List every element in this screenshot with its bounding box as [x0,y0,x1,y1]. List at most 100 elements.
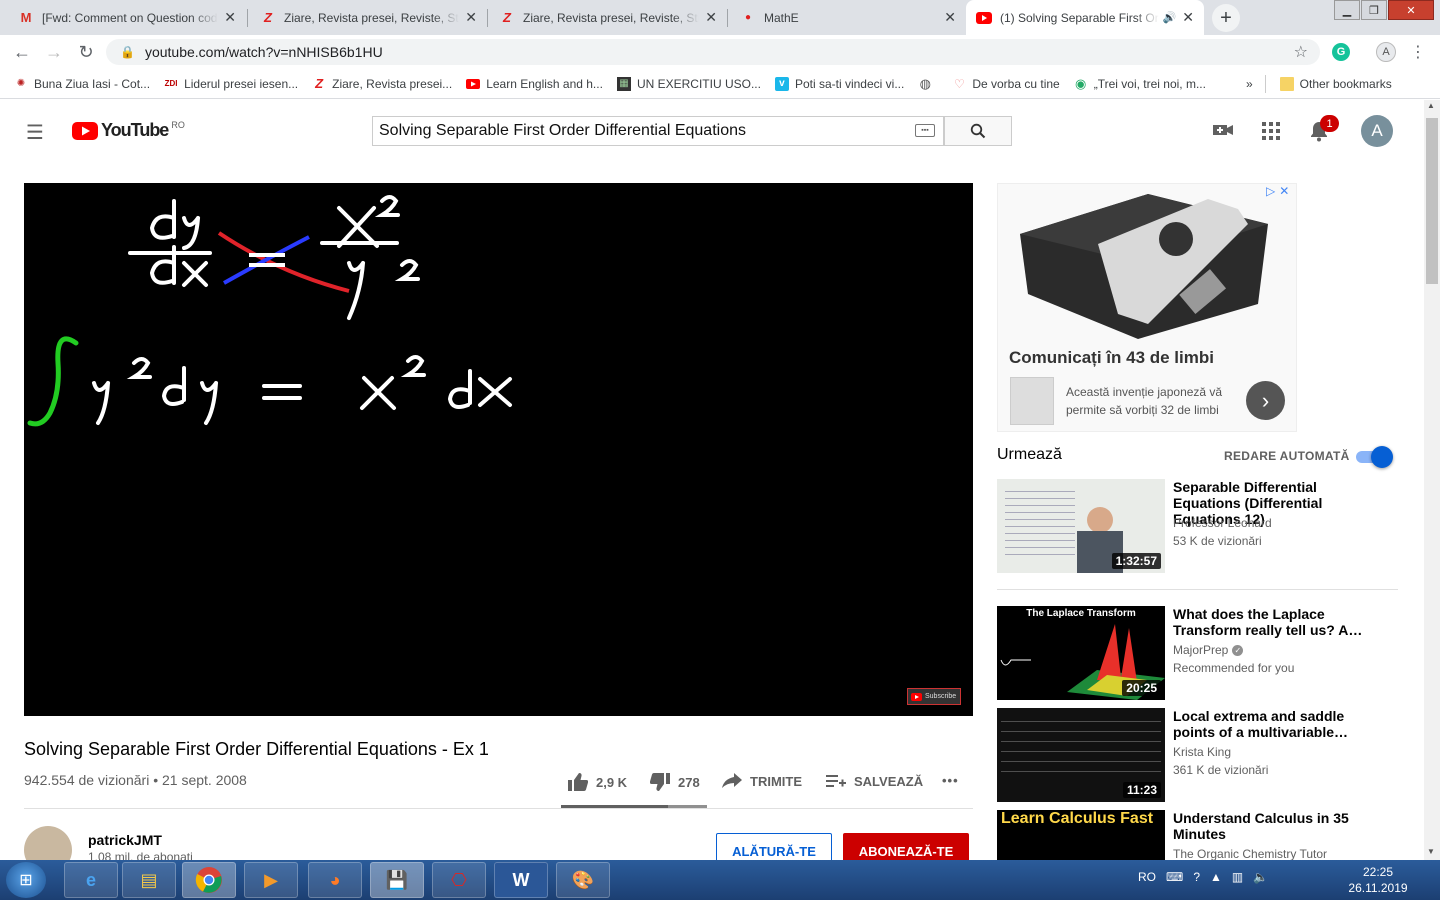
more-actions-button[interactable]: ••• [942,773,959,788]
volume-icon[interactable]: 🔈 [1253,870,1268,884]
bookmark-divider [1264,74,1266,93]
like-count: 2,9 K [596,774,628,790]
acrobat-reader-icon[interactable]: ⎔ [432,862,486,898]
ad-choices[interactable]: ▷ ✕ [1266,184,1289,198]
save-label: SALVEAZĂ [854,773,924,789]
recommended-video[interactable]: 1:32:57 Separable Differential Equations… [997,479,1397,573]
create-video-icon[interactable] [1212,121,1234,144]
bookmark-label: UN EXERCITIU USO... [636,76,761,91]
address-bar[interactable]: 🔒 youtube.com/watch?v=nNHISB6b1HU ☆ [106,39,1320,65]
chrome-icon[interactable] [182,862,236,898]
language-indicator[interactable]: RO [1138,870,1156,884]
browser-tab-ziare-1[interactable]: Z Ziare, Revista presei, Reviste, Stiri … [250,0,487,35]
vimeo-icon: v [774,76,789,91]
scroll-up-arrow-icon[interactable]: ▲ [1427,101,1435,110]
back-arrow-icon[interactable]: ← [10,40,34,64]
ad-info-icon[interactable]: ▷ [1266,184,1275,198]
channel-name[interactable]: patrickJMT [88,832,162,848]
reload-icon[interactable]: ↻ [74,40,98,64]
bookmark-item[interactable]: ZDI Liderul presei iesen... [164,77,299,91]
forward-arrow-icon[interactable]: → [42,40,66,64]
keyboard-tray-icon[interactable]: ⌨ [1166,870,1183,884]
more-bookmarks-button[interactable]: » [1246,77,1253,91]
video-duration: 20:25 [1122,680,1161,696]
bookmark-item[interactable]: v Poti sa-ti vindeci vi... [774,76,904,91]
share-button[interactable]: TRIMITE [722,773,802,789]
save-button[interactable]: SALVEAZĂ [826,773,923,789]
subscribe-watermark[interactable]: Subscribe [907,688,961,705]
close-window-icon[interactable]: ✕ [1388,0,1434,20]
apps-grid-icon[interactable] [1262,122,1280,145]
youtube-logo[interactable]: YouTube RO [72,120,185,141]
video-title[interactable]: Local extrema and saddle points of a mul… [1173,708,1383,740]
heart-icon: ♡ [953,76,965,91]
bookmark-label: Ziare, Revista presei... [332,76,453,91]
video-frame-handwritten-equations [27,195,512,427]
tray-arrow-icon[interactable]: ▲ [1210,870,1222,884]
chrome-menu-icon[interactable]: ⋮ [1410,42,1426,62]
word-icon[interactable]: W [494,862,548,898]
bookmark-item[interactable]: ◍ [918,76,938,91]
minimize-icon[interactable]: ▁ [1334,0,1360,20]
search-button[interactable] [944,116,1012,146]
bookmark-item[interactable]: Z Ziare, Revista presei... [312,76,453,91]
bookmark-item[interactable]: ▦ UN EXERCITIU USO... [616,76,761,91]
browser-tab-gmail[interactable]: M [Fwd: Comment on Question code ✕ [8,0,246,35]
ziare-icon: Z [264,10,272,25]
tab-title: MathE [764,10,799,25]
close-tab-icon[interactable]: ✕ [705,9,717,26]
firefox-icon[interactable]: ◕ [308,862,362,898]
grammarly-extension-icon[interactable]: G [1332,43,1350,61]
video-thumbnail: 1:32:57 [997,479,1165,573]
tab-separator [247,9,248,27]
help-icon[interactable]: ? [1193,870,1200,884]
ad-next-arrow-icon[interactable]: › [1246,381,1285,420]
recommended-video[interactable]: 11:23 Local extrema and saddle points of… [997,708,1397,802]
autoplay-toggle[interactable] [1356,446,1393,468]
save-floppy-icon[interactable]: 💾 [370,862,424,898]
bookmark-item[interactable]: ♡ De vorba cu tine [952,76,1060,91]
youtube-icon [466,77,481,91]
browser-tab-mathe[interactable]: ● MathE ✕ [730,0,966,35]
network-icon[interactable]: ▥ [1232,870,1243,884]
account-avatar[interactable]: A [1361,115,1393,147]
close-tab-icon[interactable]: ✕ [224,9,236,26]
close-tab-icon[interactable]: ✕ [944,9,956,26]
close-tab-icon[interactable]: ✕ [1182,9,1194,26]
bookmark-item[interactable]: ◉ „Trei voi, trei noi, m... [1074,76,1206,91]
system-tray: RO ⌨ ? ▲ ▥ 🔈 [1138,870,1268,884]
file-explorer-icon[interactable]: ▤ [122,862,176,898]
new-tab-button[interactable]: + [1212,4,1240,32]
audio-playing-icon[interactable]: 🔊 [1163,11,1177,24]
ad-title[interactable]: Comunicați în 43 de limbi [1009,348,1214,368]
bookmark-star-icon[interactable]: ☆ [1294,42,1308,62]
search-input[interactable] [372,116,944,146]
video-player[interactable]: Subscribe [24,183,973,716]
scrollbar-thumb[interactable] [1426,118,1438,284]
scroll-down-arrow-icon[interactable]: ▼ [1427,847,1435,856]
video-title[interactable]: Understand Calculus in 35 Minutes [1173,810,1383,842]
browser-tab-youtube[interactable]: (1) Solving Separable First Or 🔊 ✕ [966,0,1204,35]
like-button[interactable]: 2,9 K [568,773,627,791]
recommended-video[interactable]: The Laplace Transform 20:25 What does th… [997,606,1397,700]
maximize-icon[interactable]: ❐ [1361,0,1387,20]
bookmark-item[interactable]: Learn English and h... [466,77,603,91]
media-player-icon[interactable]: ▶ [244,862,298,898]
section-divider [24,808,973,809]
paint-icon[interactable]: 🎨 [556,862,610,898]
recommended-video[interactable]: Learn Calculus Fast Understand Calculus … [997,810,1397,860]
system-clock[interactable]: 22:25 26.11.2019 [1346,864,1410,896]
profile-avatar[interactable]: A [1376,42,1396,62]
internet-explorer-icon[interactable]: e [64,862,118,898]
start-button-windows-icon[interactable]: ⊞ [6,862,46,898]
browser-tab-ziare-2[interactable]: Z Ziare, Revista presei, Reviste, Stiri … [489,0,727,35]
video-title[interactable]: What does the Laplace Transform really t… [1173,606,1383,638]
close-ad-icon[interactable]: ✕ [1279,184,1289,198]
keyboard-icon[interactable]: ▪▪▪ [915,124,935,137]
other-bookmarks-folder[interactable]: Other bookmarks [1279,76,1392,91]
hamburger-menu-icon[interactable]: ☰ [26,120,44,145]
close-tab-icon[interactable]: ✕ [465,9,477,26]
translator-device-image [1020,194,1268,339]
dislike-button[interactable]: 278 [650,773,700,791]
bookmark-item[interactable]: ✺ Buna Ziua Iasi - Cot... [14,77,150,91]
